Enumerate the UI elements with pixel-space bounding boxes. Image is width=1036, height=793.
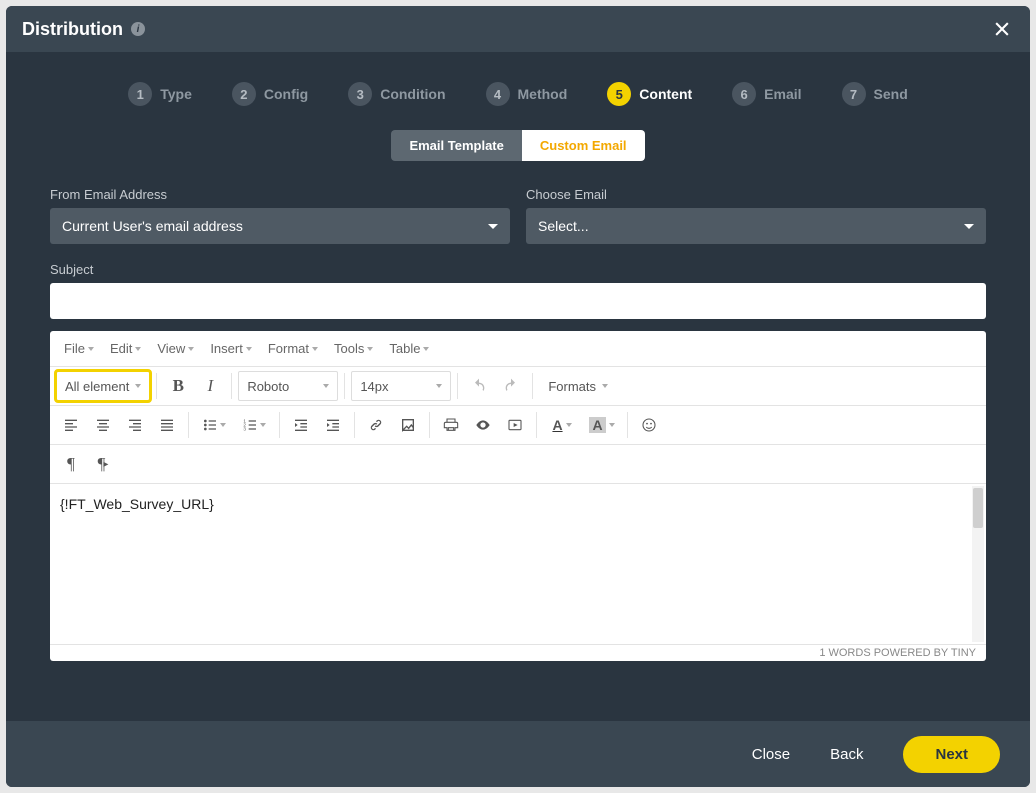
editor-statusbar: 1 WORDS POWERED BY TINY [50,644,986,661]
formats-select[interactable]: Formats [539,371,617,401]
step-content[interactable]: 5 Content [607,82,692,106]
choose-email-select[interactable]: Select... [526,208,986,244]
chevron-down-icon [188,347,194,351]
choose-email-label: Choose Email [526,187,986,202]
align-right-button[interactable] [120,410,150,440]
chevron-down-icon [135,347,141,351]
editor-toolbar-row3: ¶ ¶▸ [50,445,986,484]
background-color-button[interactable]: A [583,410,621,440]
email-type-tabs: Email Template Custom Email [50,130,986,161]
chevron-down-icon [964,224,974,229]
chevron-down-icon [135,384,141,388]
chevron-down-icon [312,347,318,351]
step-method[interactable]: 4 Method [486,82,568,106]
menu-file[interactable]: File [58,337,100,360]
rich-text-editor: File Edit View Insert Format Tools Table… [50,331,986,661]
image-button[interactable] [393,410,423,440]
chevron-down-icon [602,384,608,388]
print-button[interactable] [436,410,466,440]
font-size-select[interactable]: 14px [351,371,451,401]
from-email-label: From Email Address [50,187,510,202]
editor-menubar: File Edit View Insert Format Tools Table [50,331,986,367]
ltr-direction-button[interactable]: ¶▸ [88,449,118,479]
menu-edit[interactable]: Edit [104,337,147,360]
modal-header: Distribution i [6,6,1030,52]
emoji-button[interactable] [634,410,664,440]
chevron-down-icon [88,347,94,351]
undo-button[interactable] [464,371,494,401]
modal-footer: Close Back Next [6,721,1030,787]
chevron-down-icon [423,347,429,351]
step-config[interactable]: 2 Config [232,82,308,106]
link-button[interactable] [361,410,391,440]
indent-button[interactable] [318,410,348,440]
svg-text:3: 3 [243,426,246,431]
chevron-down-icon [566,423,572,427]
back-button[interactable]: Back [830,746,863,763]
chevron-down-icon [367,347,373,351]
chevron-down-icon [323,384,329,388]
stepper: 1 Type 2 Config 3 Condition 4 Method 5 C… [6,52,1030,130]
editor-toolbar-row2: 123 A A [50,406,986,445]
chevron-down-icon [246,347,252,351]
editor-content-area[interactable]: {!FT_Web_Survey_URL} [50,484,986,644]
bold-button[interactable]: B [163,371,193,401]
media-button[interactable] [500,410,530,440]
align-justify-button[interactable] [152,410,182,440]
chevron-down-icon [488,224,498,229]
step-send[interactable]: 7 Send [842,82,908,106]
tab-email-template[interactable]: Email Template [391,130,521,161]
editor-toolbar-row1: All element B I Roboto 14px [50,367,986,406]
align-center-button[interactable] [88,410,118,440]
italic-button[interactable]: I [195,371,225,401]
text-color-button[interactable]: A [543,410,581,440]
menu-insert[interactable]: Insert [204,337,258,360]
chevron-down-icon [436,384,442,388]
menu-view[interactable]: View [151,337,200,360]
element-picker[interactable]: All element [56,371,150,401]
step-email[interactable]: 6 Email [732,82,801,106]
subject-label: Subject [50,262,986,277]
scrollbar[interactable] [972,486,984,642]
from-email-select[interactable]: Current User's email address [50,208,510,244]
editor-content: {!FT_Web_Survey_URL} [60,496,214,512]
align-left-button[interactable] [56,410,86,440]
chevron-down-icon [609,423,615,427]
scrollbar-thumb[interactable] [973,488,983,528]
chevron-down-icon [220,423,226,427]
close-button[interactable]: Close [752,746,790,763]
next-button[interactable]: Next [903,736,1000,773]
pilcrow-button[interactable]: ¶ [56,449,86,479]
distribution-modal: Distribution i 1 Type 2 Config 3 Conditi… [6,6,1030,787]
chevron-down-icon [260,423,266,427]
menu-tools[interactable]: Tools [328,337,379,360]
close-icon[interactable] [990,17,1014,41]
redo-button[interactable] [496,371,526,401]
step-type[interactable]: 1 Type [128,82,192,106]
info-icon[interactable]: i [131,22,145,36]
outdent-button[interactable] [286,410,316,440]
modal-title: Distribution [22,19,123,40]
tab-custom-email[interactable]: Custom Email [522,130,645,161]
menu-format[interactable]: Format [262,337,324,360]
preview-button[interactable] [468,410,498,440]
font-family-select[interactable]: Roboto [238,371,338,401]
menu-table[interactable]: Table [383,337,435,360]
step-condition[interactable]: 3 Condition [348,82,445,106]
subject-input[interactable] [50,283,986,319]
bullet-list-button[interactable] [195,410,233,440]
numbered-list-button[interactable]: 123 [235,410,273,440]
